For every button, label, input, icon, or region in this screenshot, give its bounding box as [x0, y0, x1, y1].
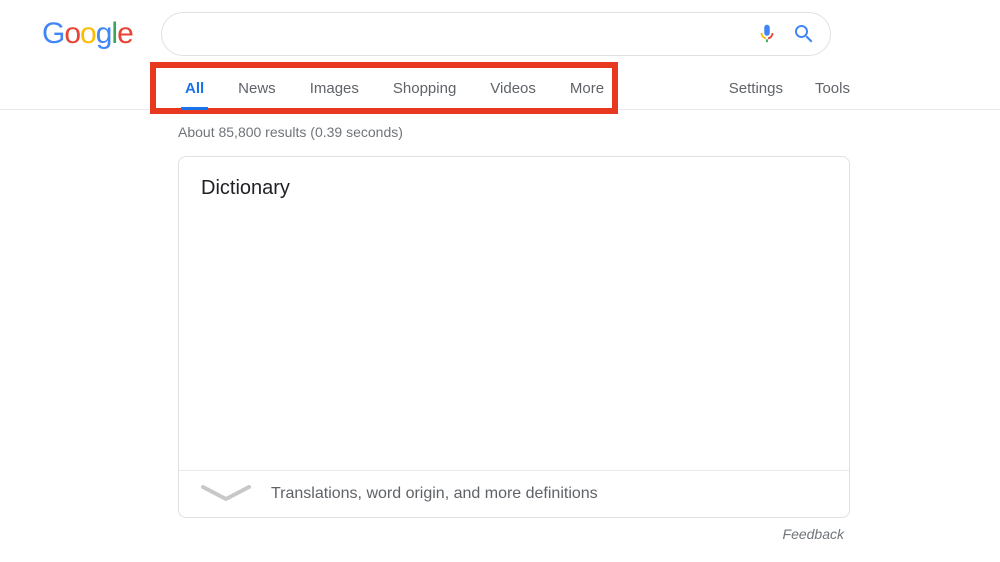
dictionary-card: Dictionary Translations, word origin, an… [178, 156, 850, 518]
chevron-down-icon [201, 485, 251, 503]
right-tools: Settings Tools [729, 66, 850, 109]
mic-icon[interactable] [756, 22, 776, 46]
search-icon[interactable] [792, 22, 816, 46]
tabs: All News Images Shopping Videos More [150, 66, 621, 109]
search-icons [756, 22, 816, 46]
tab-more[interactable]: More [553, 66, 621, 109]
search-input[interactable] [182, 13, 756, 55]
card-body [179, 208, 849, 470]
card-expand[interactable]: Translations, word origin, and more defi… [179, 470, 849, 517]
nav-row: All News Images Shopping Videos More Set… [0, 66, 1000, 109]
tab-news[interactable]: News [221, 66, 293, 109]
card-title: Dictionary [179, 157, 849, 208]
feedback-link[interactable]: Feedback [178, 518, 850, 542]
header: Google [0, 0, 1000, 66]
tools-link[interactable]: Tools [815, 66, 850, 109]
google-logo[interactable]: Google [42, 17, 133, 51]
tab-videos[interactable]: Videos [473, 66, 553, 109]
search-bar[interactable] [161, 12, 831, 56]
tab-images[interactable]: Images [293, 66, 376, 109]
results-area: About 85,800 results (0.39 seconds) Dict… [0, 110, 1000, 542]
card-expand-label: Translations, word origin, and more defi… [271, 485, 598, 503]
result-stats: About 85,800 results (0.39 seconds) [178, 110, 850, 152]
tab-all[interactable]: All [168, 66, 221, 109]
tab-shopping[interactable]: Shopping [376, 66, 473, 109]
settings-link[interactable]: Settings [729, 66, 783, 109]
